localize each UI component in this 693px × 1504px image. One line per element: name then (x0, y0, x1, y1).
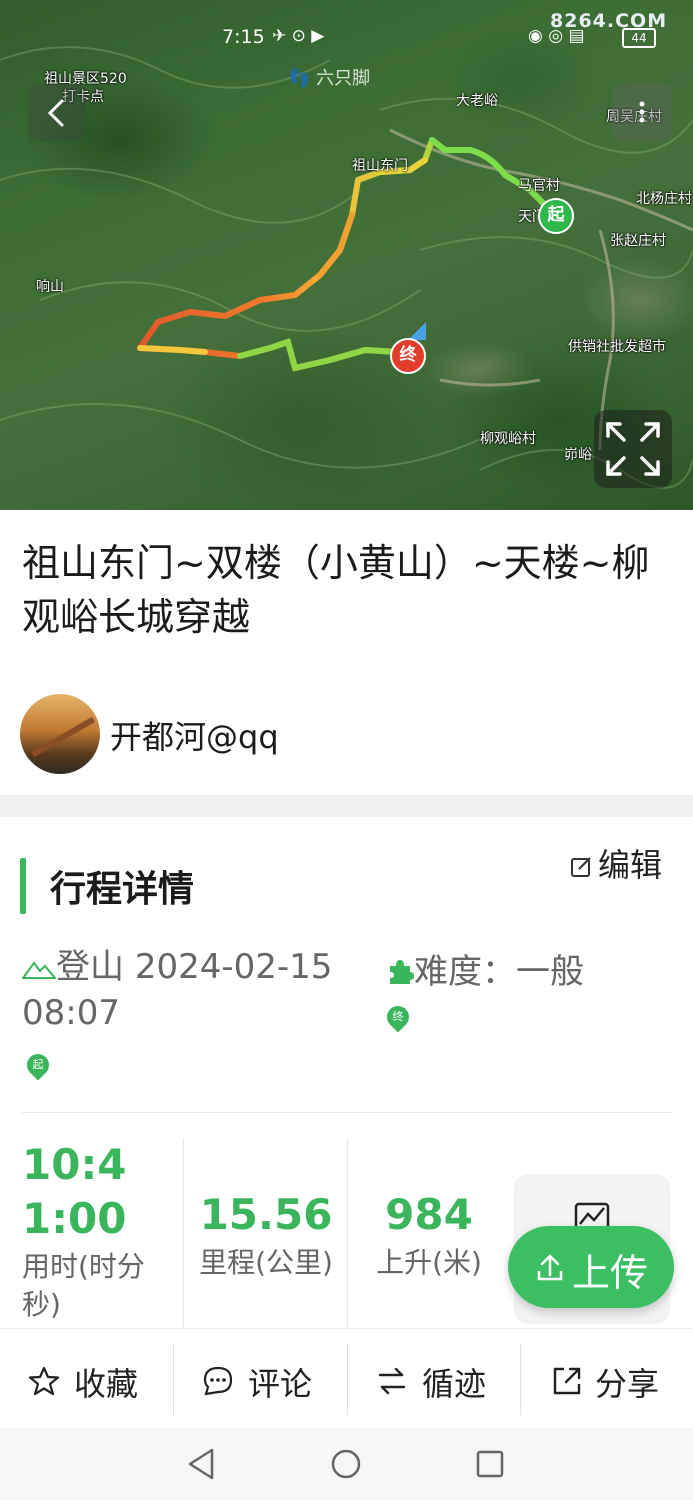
share-label: 分享 (595, 1365, 660, 1403)
battery-icon: 44 (622, 28, 656, 48)
divider (22, 1112, 672, 1113)
route-icon (378, 1367, 406, 1395)
favorite-button[interactable]: 收藏 (0, 1329, 172, 1429)
stat-label: 上升(米) (376, 1246, 482, 1279)
upload-label: 上传 (572, 1251, 649, 1295)
share-button[interactable]: 分享 (521, 1329, 693, 1429)
start-pin-icon: 起 (22, 1049, 54, 1081)
nav-back-icon[interactable] (188, 1448, 214, 1480)
stat-separator (347, 1138, 348, 1328)
edit-label: 编辑 (598, 846, 663, 884)
chart-icon (574, 1202, 610, 1232)
section-divider (0, 795, 693, 817)
section-accent-bar (20, 858, 26, 914)
upload-icon (537, 1254, 563, 1281)
route-map[interactable]: 7:15 ✈ ⊙ ▶ 8264.COM ◉ ◎ ▤ 44 祖山景区520 打卡点… (0, 0, 693, 510)
trip-title: 祖山东门~双楼（小黄山）~天楼~柳观峪长城穿越 (22, 541, 650, 639)
nav-recents-icon[interactable] (476, 1450, 504, 1478)
map-label: 大老峪 (456, 93, 498, 109)
more-icon (639, 101, 645, 123)
activity-type: 登山 (56, 947, 124, 987)
end-marker[interactable]: 终 (390, 338, 426, 374)
follow-track-label: 循迹 (422, 1365, 487, 1403)
section-title: 行程详情 (50, 869, 195, 910)
follow-track-button[interactable]: 循迹 (348, 1329, 520, 1429)
end-pin-icon: 终 (382, 1001, 414, 1033)
layer-button[interactable] (612, 82, 672, 142)
system-icons: ◉ ◎ ▤ (528, 26, 585, 46)
map-label: 峁峪 (564, 447, 592, 463)
comment-icon (203, 1366, 233, 1396)
back-button[interactable] (28, 84, 86, 142)
watermark-liuzhijiao: 👣 六只脚 (288, 68, 371, 89)
share-icon (553, 1367, 581, 1395)
map-label: 响山 (36, 279, 64, 295)
chevron-left-icon (47, 99, 64, 127)
stat-label: 用时(时分秒) (22, 1250, 145, 1321)
action-bar: 收藏 评论 循迹 分享 (0, 1328, 693, 1429)
stat-label: 里程(公里) (199, 1246, 333, 1279)
difficulty-text: 难度：一般 (414, 952, 584, 992)
edit-icon (571, 857, 591, 877)
map-label: 柳观峪村 (480, 431, 536, 447)
system-nav-bar (0, 1428, 693, 1500)
map-label: 张赵庄村 (610, 233, 666, 249)
status-bar: 7:15 ✈ ⊙ ▶ 8264.COM ◉ ◎ ▤ 44 (0, 10, 693, 56)
stat-value: 10:41:00 (22, 1140, 127, 1243)
map-label: 北杨庄村 (636, 191, 692, 207)
star-icon (28, 1366, 60, 1396)
favorite-label: 收藏 (74, 1365, 139, 1403)
activity-info: 登山 2024-02-15 08:07 (21, 944, 362, 1036)
puzzle-icon (390, 960, 414, 984)
map-label: 祖山东门 (352, 158, 408, 174)
edit-button[interactable]: 编辑 (570, 840, 662, 886)
stat-value: 15.56 (199, 1190, 333, 1239)
start-marker[interactable]: 起 (538, 198, 574, 234)
fullscreen-button[interactable] (594, 410, 672, 488)
nav-buttons (188, 1448, 504, 1480)
difficulty-info: 难度：一般 (386, 944, 584, 993)
map-label: 马官村 (518, 178, 560, 194)
upload-button[interactable]: 上传 (508, 1226, 674, 1308)
map-label: 供销社批发超市 (568, 339, 666, 355)
notification-icons: ✈ ⊙ ▶ (272, 26, 325, 46)
comment-label: 评论 (248, 1365, 313, 1403)
expand-icon (606, 422, 660, 476)
stat-separator (183, 1138, 184, 1328)
nav-home-icon[interactable] (331, 1449, 361, 1479)
stat-value: 984 (385, 1190, 473, 1239)
stat-duration: 10:41:00 用时(时分秒) (22, 1138, 172, 1328)
mountain-icon (21, 961, 58, 979)
author-name[interactable]: 开都河@qq (110, 712, 279, 758)
avatar[interactable] (20, 694, 100, 774)
comment-button[interactable]: 评论 (174, 1329, 346, 1429)
footprint-icon: 👣 (288, 68, 311, 89)
status-time: 7:15 (222, 26, 265, 48)
